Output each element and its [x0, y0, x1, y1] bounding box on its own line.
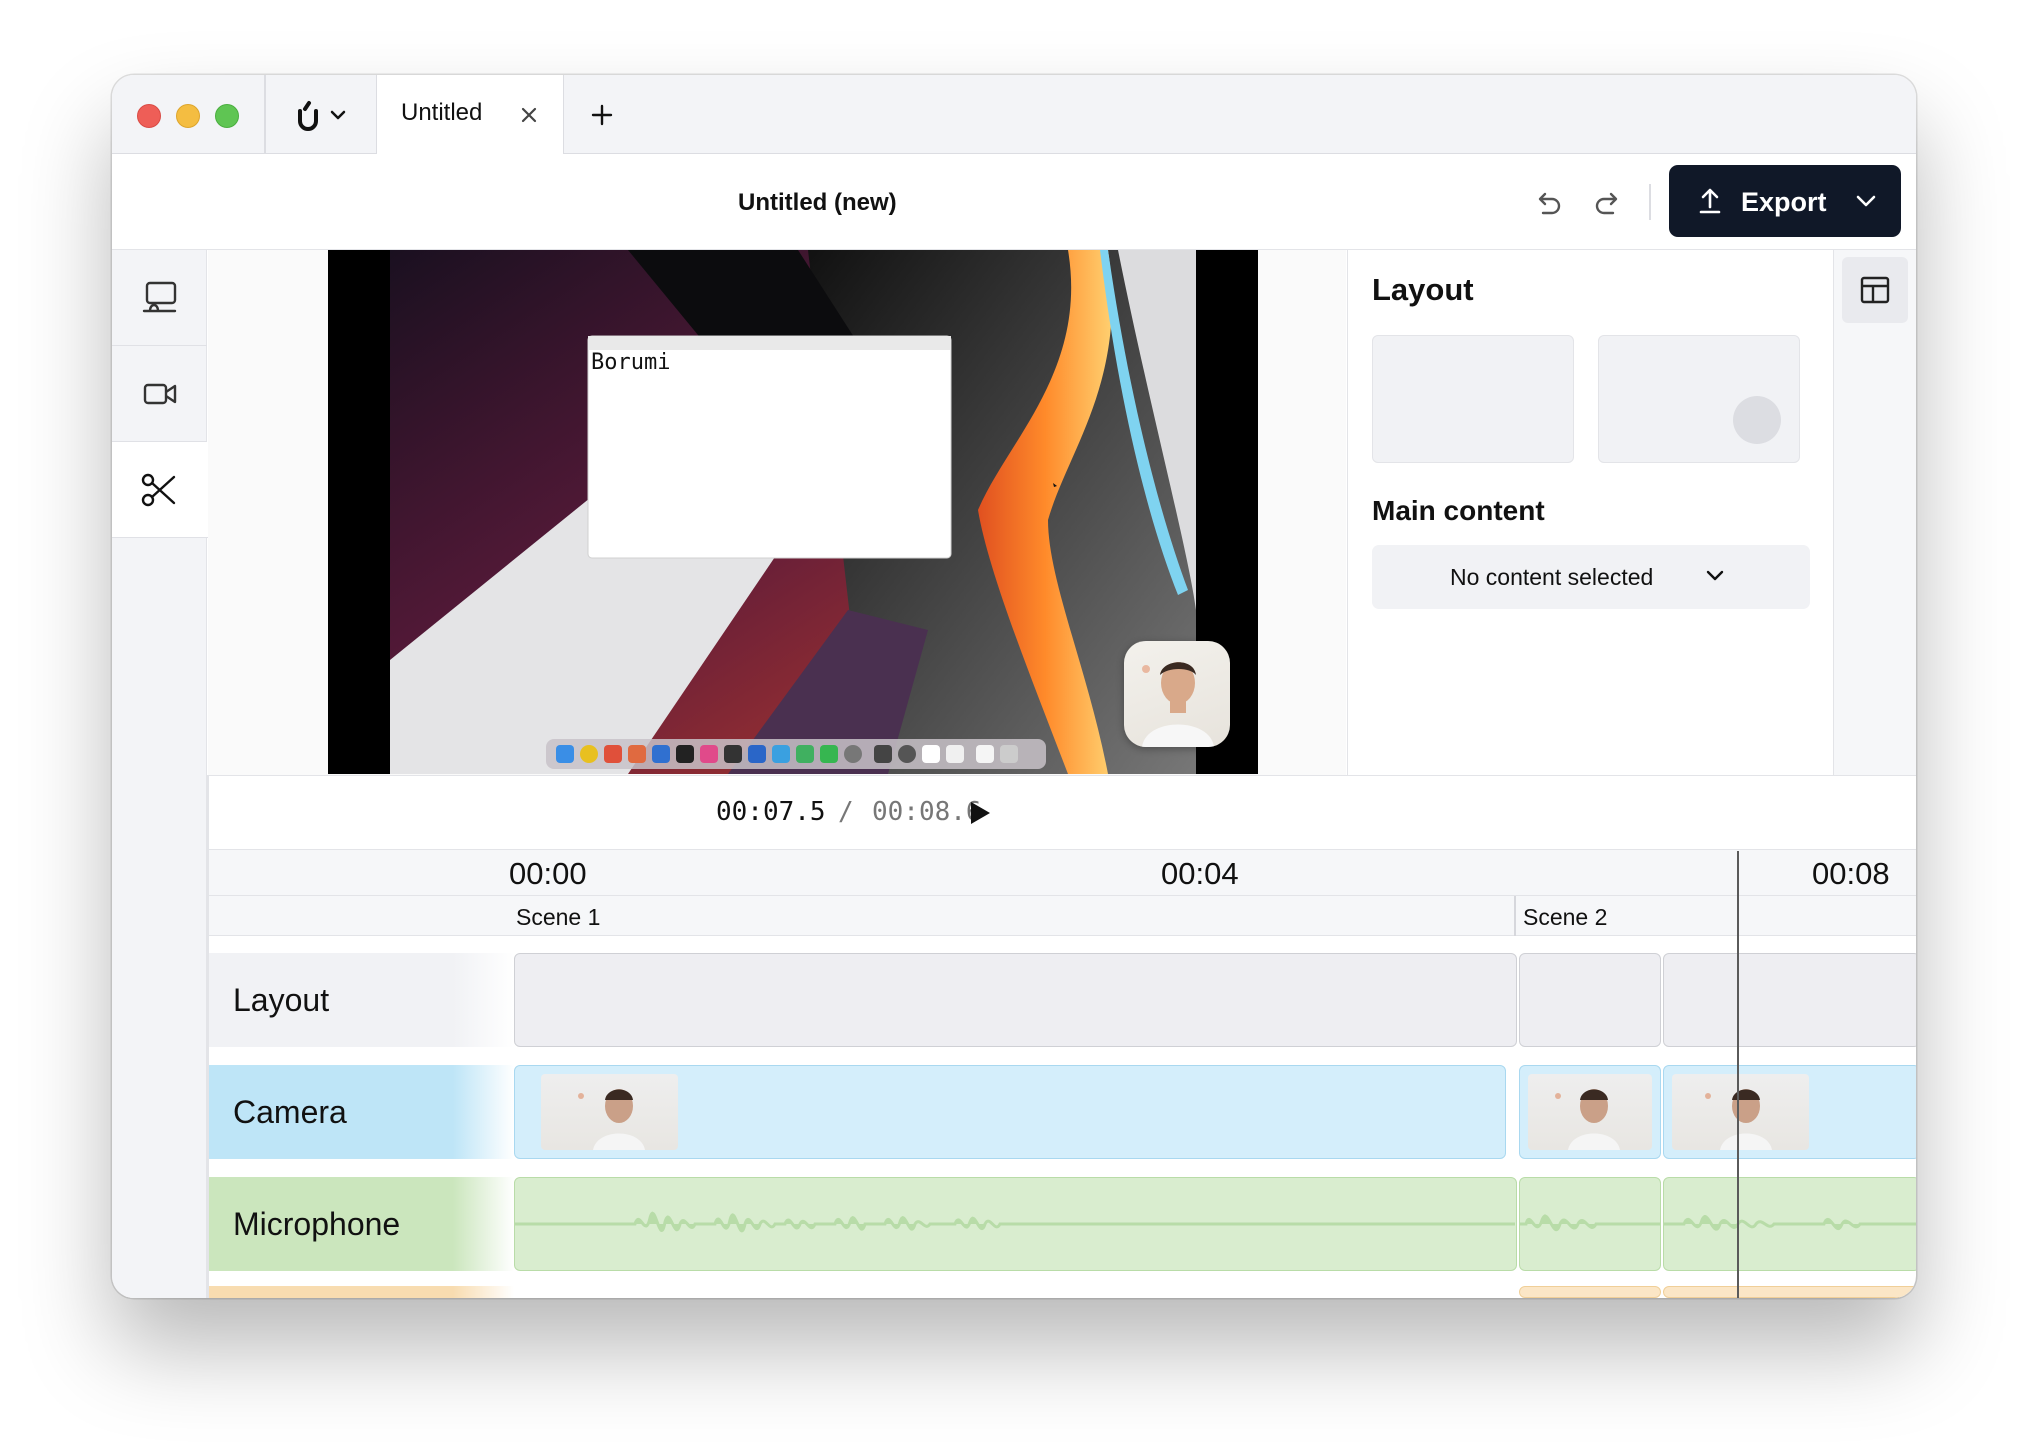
next-track-partial — [208, 1286, 1916, 1298]
sidebar-item-camera[interactable] — [112, 346, 207, 442]
properties-panel: Layout Main content No content selected — [1347, 250, 1832, 775]
playhead[interactable] — [1737, 851, 1739, 1298]
document-title: Untitled (new) — [738, 189, 897, 216]
scene-divider — [1514, 896, 1516, 936]
camera-clip[interactable] — [1519, 1065, 1661, 1159]
ruler-tick: 00:08 — [1812, 856, 1890, 891]
titlebar-divider — [264, 75, 266, 154]
scene-label[interactable]: Scene 1 — [516, 904, 600, 931]
zoom-window-button[interactable] — [215, 104, 239, 128]
sidebar-item-edit[interactable] — [112, 442, 208, 538]
microphone-clip[interactable] — [514, 1177, 1517, 1271]
video-preview[interactable]: Borumi — [328, 250, 1258, 774]
layout-clip[interactable] — [1519, 953, 1661, 1047]
microphone-clip[interactable] — [1519, 1177, 1661, 1271]
play-icon[interactable] — [966, 798, 994, 828]
timeline-gutter — [207, 775, 209, 1298]
microphone-track: Microphone — [208, 1174, 1916, 1271]
minimize-window-button[interactable] — [176, 104, 200, 128]
track-label-text: Microphone — [233, 1205, 401, 1242]
app-menu-button[interactable] — [292, 97, 350, 135]
title-bar: Untitled — [112, 75, 1916, 156]
partial-clip[interactable] — [1519, 1286, 1661, 1298]
camera-clip[interactable] — [1663, 1065, 1916, 1159]
redo-icon[interactable] — [1592, 186, 1624, 218]
camera-clip[interactable] — [514, 1065, 1506, 1159]
main-content-select[interactable]: No content selected — [1372, 545, 1810, 609]
camera-track: Camera — [208, 1062, 1916, 1159]
export-label: Export — [1741, 187, 1827, 217]
track-label-layout: Layout — [208, 953, 514, 1047]
upload-icon — [1699, 188, 1721, 214]
app-logo-icon — [298, 101, 346, 131]
track-label-partial — [208, 1286, 514, 1298]
wallpaper-image — [328, 250, 1258, 774]
presenter-avatar — [1142, 662, 1214, 747]
scenes-row: Scene 1 Scene 2 — [208, 896, 1916, 936]
track-label-microphone: Microphone — [208, 1177, 514, 1271]
playback-bar: 00:07.5 / 00:08.6 — [208, 775, 1916, 849]
layout-clip[interactable] — [514, 953, 1517, 1047]
timeline-ruler[interactable]: 00:00 00:04 00:08 — [208, 849, 1916, 896]
right-toolstrip — [1833, 250, 1916, 775]
scissors-icon — [141, 473, 176, 507]
track-label-camera: Camera — [208, 1065, 514, 1159]
ruler-tick: 00:00 — [509, 856, 587, 891]
audio-waveform — [515, 1211, 1515, 1233]
partial-clip[interactable] — [1663, 1286, 1916, 1298]
layout-icon — [1860, 276, 1890, 304]
layout-heading: Layout — [1372, 272, 1474, 307]
camera-frame-thumbnail — [541, 1074, 678, 1150]
toolbar-divider — [1649, 184, 1651, 220]
app-window: Untitled Untitled (new) Export Borumi La… — [112, 75, 1916, 1298]
layout-option-screen-only[interactable] — [1372, 335, 1574, 463]
time-separator: / — [838, 797, 854, 827]
tab-untitled[interactable]: Untitled — [376, 75, 564, 156]
presentation-icon — [142, 281, 177, 313]
notes-window-text: Borumi — [591, 350, 671, 375]
tab-title: Untitled — [401, 99, 483, 126]
track-label-text: Layout — [233, 981, 330, 1018]
main-content-heading: Main content — [1372, 495, 1545, 526]
layout-track: Layout — [208, 950, 1916, 1047]
new-tab-plus-icon[interactable] — [590, 103, 614, 127]
camera-icon — [143, 383, 177, 405]
left-sidebar — [112, 250, 208, 1298]
close-tab-icon[interactable] — [519, 105, 539, 125]
camera-frame-thumbnail — [1672, 1074, 1809, 1150]
export-button[interactable]: Export — [1669, 165, 1901, 237]
track-label-text: Camera — [233, 1093, 347, 1130]
ruler-tick: 00:04 — [1161, 856, 1239, 891]
layout-clip[interactable] — [1663, 953, 1916, 1047]
scene-label[interactable]: Scene 2 — [1523, 904, 1607, 931]
current-time: 00:07.5 — [716, 797, 826, 827]
camera-overlay-bubble[interactable] — [1124, 641, 1230, 747]
audio-waveform — [1664, 1214, 1916, 1231]
chevron-down-icon — [1706, 570, 1724, 581]
audio-waveform — [1520, 1214, 1660, 1232]
close-window-button[interactable] — [137, 104, 161, 128]
camera-bubble-thumb — [1733, 396, 1781, 444]
main-content-select-value: No content selected — [1450, 564, 1654, 590]
chevron-down-icon — [1856, 195, 1876, 207]
camera-frame-thumbnail — [1528, 1074, 1652, 1150]
layout-option-screen-camera[interactable] — [1598, 335, 1800, 463]
sidebar-item-presentation[interactable] — [112, 250, 207, 346]
toolbar: Untitled (new) Export — [112, 154, 1916, 250]
layout-panel-button[interactable] — [1842, 257, 1908, 323]
microphone-clip[interactable] — [1663, 1177, 1916, 1271]
undo-icon[interactable] — [1532, 186, 1564, 218]
